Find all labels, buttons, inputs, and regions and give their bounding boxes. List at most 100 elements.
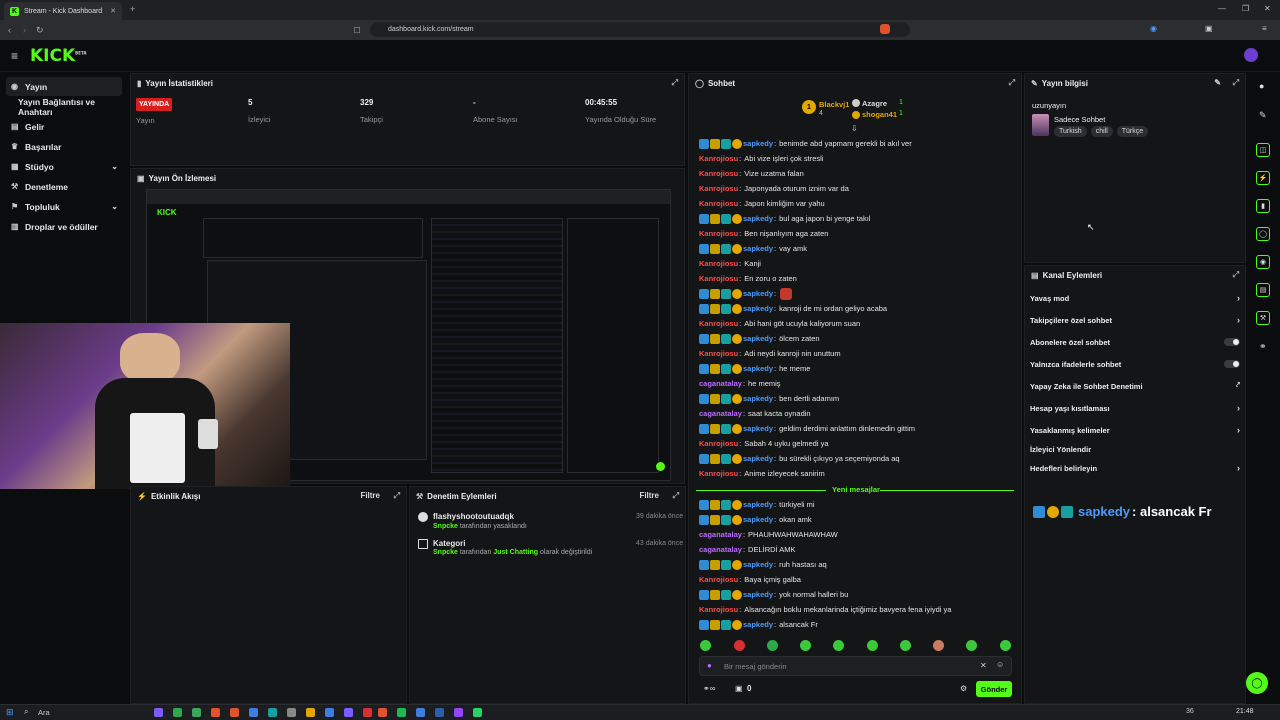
minimize-icon[interactable]: — xyxy=(1218,4,1226,13)
chat-username[interactable]: sapkedy xyxy=(743,334,773,343)
brave-shield-icon[interactable] xyxy=(880,24,890,34)
chat-message[interactable]: sapkedy: yok normal halleri bu xyxy=(699,588,848,601)
emote-icon[interactable] xyxy=(1000,640,1011,651)
chat-message[interactable]: caganatalay: PHAUHWAHWAHAWHAW xyxy=(699,528,838,541)
expand-icon[interactable]: ⤢ xyxy=(673,491,679,501)
chat-username[interactable]: Kanrojiosu xyxy=(699,229,738,238)
url-field[interactable]: dashboard.kick.com/stream xyxy=(370,22,910,37)
info-icon[interactable]: ● xyxy=(1259,81,1264,91)
sidebar-item-studyo[interactable]: ▦ Stüdyo ⌄ xyxy=(6,157,122,176)
taskbar-app-icon[interactable] xyxy=(306,708,315,717)
chat-username[interactable]: sapkedy xyxy=(743,364,773,373)
chat-message[interactable]: sapkedy: ben dertli adamım xyxy=(699,392,839,405)
emoji-icon[interactable]: ☺ xyxy=(996,660,1004,669)
chat-message[interactable]: sapkedy: bu sürekli çıkıyo ya seçemiyonda… xyxy=(699,452,900,465)
avatar[interactable] xyxy=(1244,48,1258,62)
action-host-viewers[interactable]: İzleyici Yönlendir xyxy=(1030,442,1242,456)
taskbar-app-icon[interactable] xyxy=(287,708,296,717)
chat-username[interactable]: Kanrojiosu xyxy=(699,274,738,283)
close-window-icon[interactable]: ✕ xyxy=(1264,4,1271,13)
reload-icon[interactable]: ↻ xyxy=(36,25,44,36)
browser-tab[interactable]: K Stream - Kick Dashboard ✕ xyxy=(4,2,122,20)
help-chat-icon[interactable]: ◯ xyxy=(1246,672,1268,694)
toolbar-card-icon[interactable]: ▤ xyxy=(1256,283,1270,297)
emote-icon[interactable] xyxy=(700,640,711,651)
toolbar-bolt-icon[interactable]: ⚡ xyxy=(1256,171,1270,185)
chat-username[interactable]: Kanrojiosu xyxy=(699,154,738,163)
chat-username[interactable]: sapkedy xyxy=(743,454,773,463)
windows-start-icon[interactable]: ⊞ xyxy=(6,707,14,718)
forward-icon[interactable]: › xyxy=(23,25,26,35)
chat-message[interactable]: sapkedy: vay amk xyxy=(699,242,807,255)
chat-message[interactable]: Kanrojiosu: Vize uzatma falan xyxy=(699,167,804,180)
kick-logo[interactable]: KICKBETA xyxy=(30,46,86,66)
taskbar-app-icon[interactable] xyxy=(325,708,334,717)
toggle-switch[interactable] xyxy=(1224,338,1240,346)
chat-message[interactable]: Kanrojiosu: Kanji xyxy=(699,257,761,270)
chat-username[interactable]: caganatalay xyxy=(699,530,742,539)
taskbar-app-icon[interactable] xyxy=(268,708,277,717)
expand-icon[interactable]: ⤢ xyxy=(1233,270,1239,280)
top-gifter-name[interactable]: Blackvj1 xyxy=(819,100,849,109)
chat-username[interactable]: Kanrojiosu xyxy=(699,169,738,178)
chat-username[interactable]: Kanrojiosu xyxy=(699,184,738,193)
emote-icon[interactable] xyxy=(933,640,944,651)
action-subscribers-only[interactable]: Abonelere özel sohbet xyxy=(1030,335,1242,349)
filter-button[interactable]: Filtre xyxy=(360,491,380,500)
chat-message[interactable]: caganatalay: DELİRDİ AMK xyxy=(699,543,796,556)
chat-input[interactable]: Bir mesaj gönderin xyxy=(699,656,1012,676)
action-banned-words[interactable]: Yasaklanmış kelimeler › xyxy=(1030,423,1242,437)
chat-username[interactable]: sapkedy xyxy=(743,394,773,403)
chat-message[interactable]: sapkedy: benimde abd yapmam gerekli bi ak… xyxy=(699,137,912,150)
emote-icon[interactable] xyxy=(833,640,844,651)
bookmark-icon[interactable]: ☐ xyxy=(354,26,361,35)
new-tab-icon[interactable]: + xyxy=(130,4,135,14)
hamburger-menu-icon[interactable]: ≡ xyxy=(11,49,18,63)
taskbar-app-icon[interactable] xyxy=(249,708,258,717)
chat-message[interactable]: sapkedy: geldim derdimi anlattım dinlemed… xyxy=(699,422,915,435)
chat-username[interactable]: sapkedy xyxy=(743,500,773,509)
chat-message[interactable]: sapkedy: kanroji de mi ordan geliyo acaba xyxy=(699,302,887,315)
expand-icon[interactable]: ⤢ xyxy=(672,78,678,88)
action-account-age[interactable]: Hesap yaşı kısıtlaması › xyxy=(1030,401,1242,415)
chat-username[interactable]: sapkedy xyxy=(743,214,773,223)
chat-username[interactable]: Kanrojiosu xyxy=(699,575,738,584)
top-gifter-name[interactable]: Azagre xyxy=(862,99,887,108)
chat-username[interactable]: sapkedy xyxy=(743,424,773,433)
taskbar-app-icon[interactable] xyxy=(416,708,425,717)
taskbar-app-icon[interactable] xyxy=(192,708,201,717)
chat-message[interactable]: caganatalay: he memiş xyxy=(699,377,781,390)
ai-translate-icon[interactable]: ✕ xyxy=(980,661,987,670)
mic-icon[interactable]: ● xyxy=(707,661,712,670)
share-icon[interactable]: ⚭ xyxy=(1259,341,1267,352)
chat-username[interactable]: caganatalay xyxy=(699,379,742,388)
chat-message[interactable]: Kanrojiosu: Abi hani göt ucuyla kaliyorum… xyxy=(699,317,860,330)
taskbar-app-icon[interactable] xyxy=(344,708,353,717)
taskbar-app-icon[interactable] xyxy=(454,708,463,717)
chat-username[interactable]: sapkedy xyxy=(743,560,773,569)
sidebar-item-stream-key[interactable]: Yayın Bağlantısı ve Anahtarı xyxy=(6,97,122,117)
chat-username[interactable]: Kanrojiosu xyxy=(699,319,738,328)
taskbar-app-icon[interactable] xyxy=(173,708,182,717)
edit-icon[interactable]: ✎ xyxy=(1214,78,1221,87)
toolbar-clip-icon[interactable]: ◫ xyxy=(1256,143,1270,157)
chat-username[interactable]: caganatalay xyxy=(699,409,742,418)
chat-username[interactable]: Kanrojiosu xyxy=(699,259,738,268)
toolbar-broadcast-icon[interactable]: ◉ xyxy=(1256,255,1270,269)
maximize-icon[interactable]: ❐ xyxy=(1242,4,1249,13)
back-icon[interactable]: ‹ xyxy=(8,25,11,35)
action-followers-only[interactable]: Takipçilere özel sohbet › xyxy=(1030,313,1242,327)
gift-link-icon[interactable]: ⚭∞ xyxy=(703,684,715,693)
chat-username[interactable]: caganatalay xyxy=(699,545,742,554)
chat-username[interactable]: sapkedy xyxy=(743,620,773,629)
chat-username[interactable]: Kanrojiosu xyxy=(699,605,738,614)
action-emote-only[interactable]: Yalnızca ifadelerle sohbet xyxy=(1030,357,1242,371)
taskbar-app-icon[interactable] xyxy=(154,708,163,717)
chat-message[interactable]: Kanrojiosu: Sabah 4 uyku gelmedi ya xyxy=(699,437,829,450)
taskbar-search[interactable]: Ara xyxy=(38,708,50,717)
sidebar-item-gelir[interactable]: ▤ Gelir xyxy=(6,117,122,136)
emote-icon[interactable] xyxy=(734,640,745,651)
chat-message[interactable]: Kanrojiosu: Ben nişanlıyım aga zaten xyxy=(699,227,828,240)
sidebar-item-droplar[interactable]: ▥ Droplar ve ödüller xyxy=(6,217,122,236)
send-button[interactable]: Gönder xyxy=(976,681,1012,697)
